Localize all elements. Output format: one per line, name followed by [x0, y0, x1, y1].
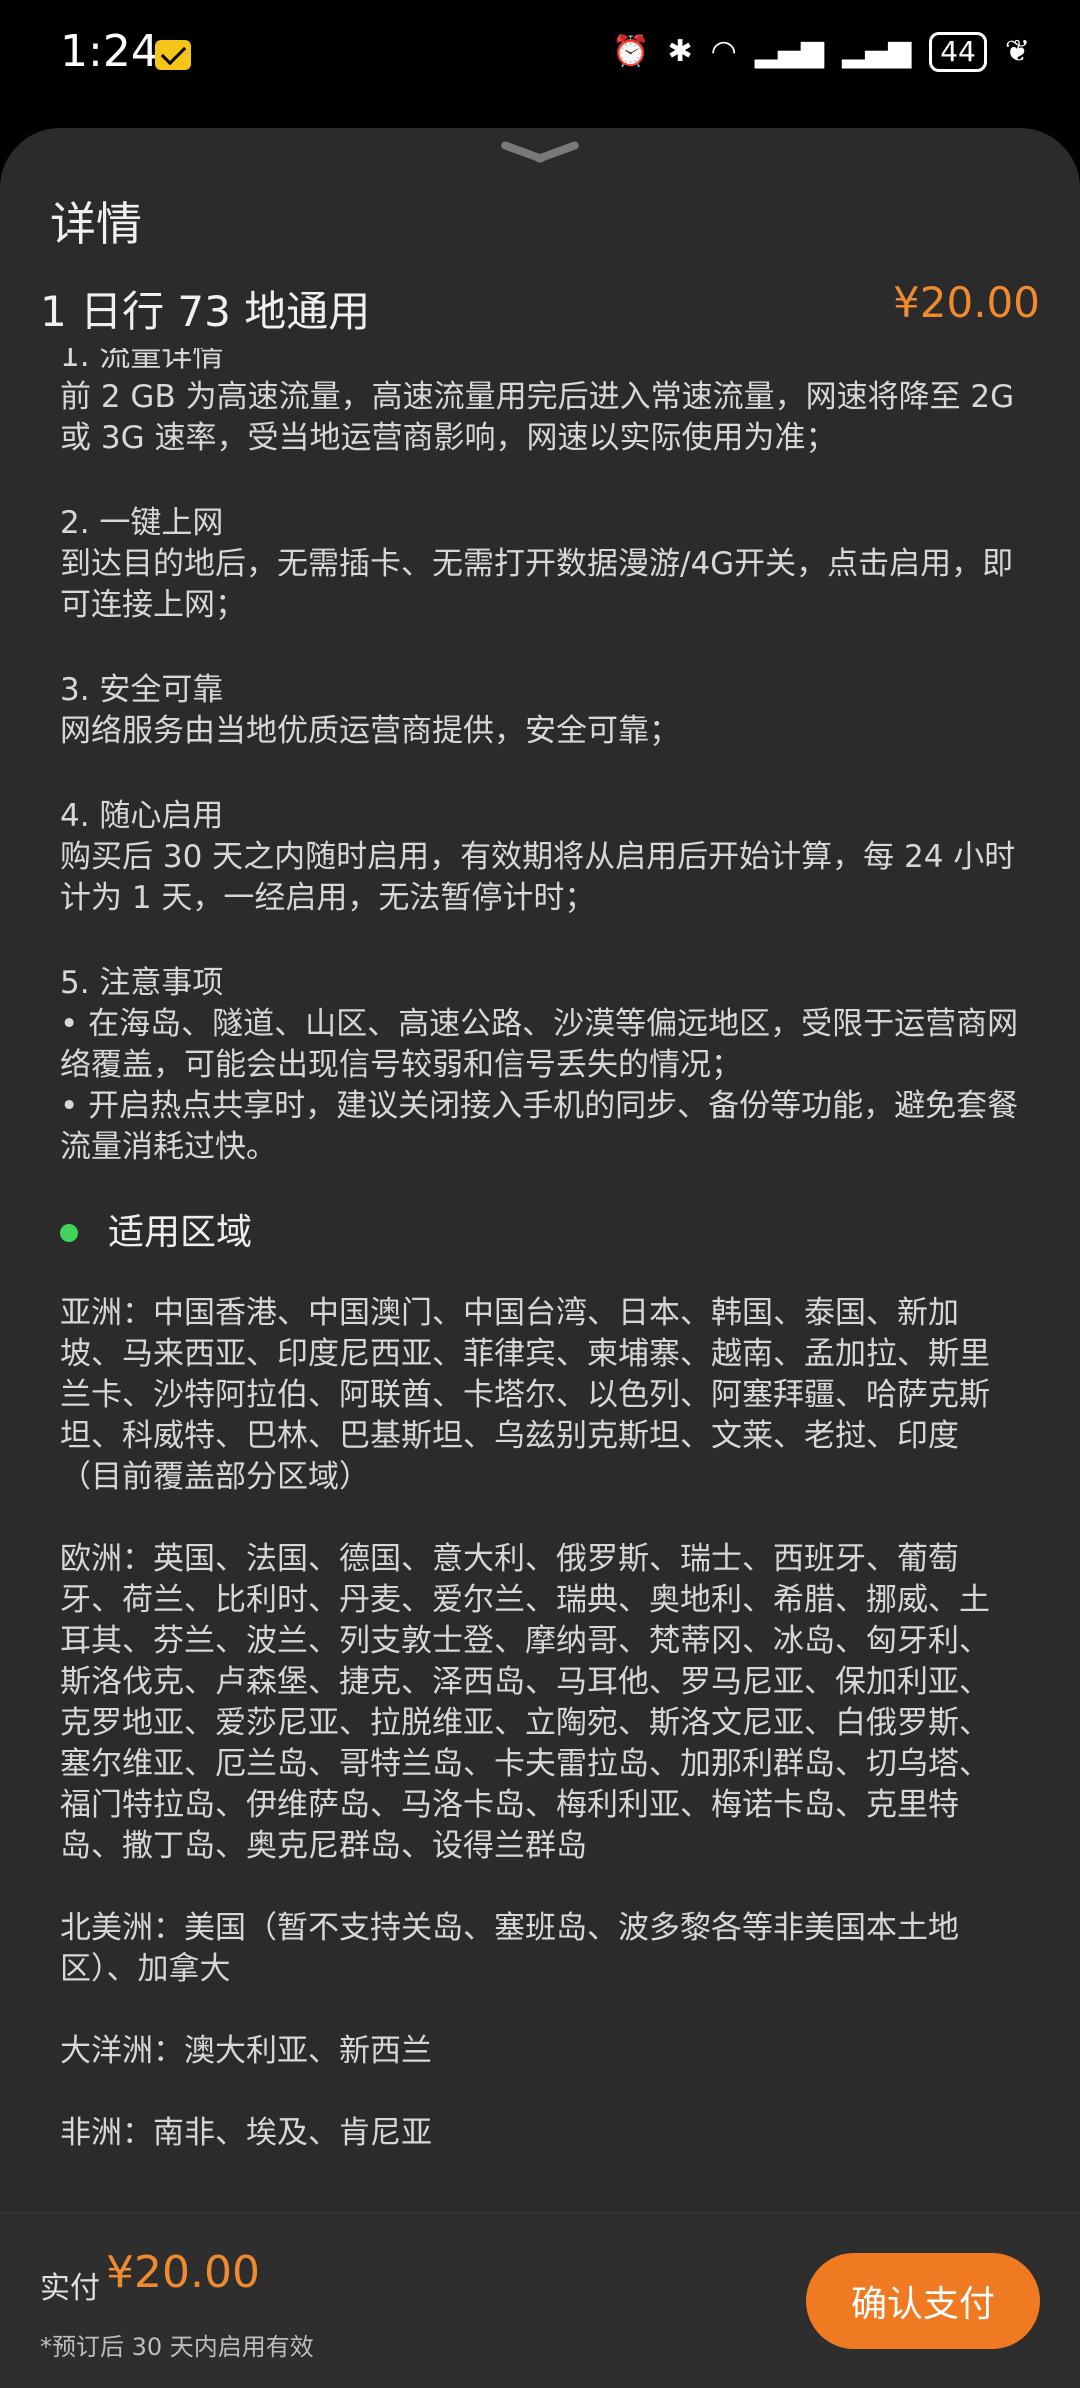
status-bar: 1:24 ⏰ ✱ ◠ ▂▄▆ ▂▄▆ 44 ❦ [0, 0, 1080, 115]
pay-amount: ¥20.00 [106, 2247, 260, 2298]
payment-footer: 实付 ¥20.00 *预订后 30 天内启用有效 确认支付 [0, 2212, 1080, 2388]
plan-name: 1 日行 73 地通用 [40, 287, 371, 336]
section-title: 1. 流量详情 [60, 348, 224, 374]
status-icons: ⏰ ✱ ◠ ▂▄▆ ▂▄▆ 44 ❦ [612, 32, 1030, 72]
pay-label: 实付 [40, 2271, 100, 2306]
wifi-icon: ◠ [710, 34, 737, 69]
green-dot-icon [60, 1223, 78, 1242]
detail-section: 1. 流量详情 前 2 GB 为高速流量，高速流量用完后进入常速流量，网速将降至… [60, 348, 1020, 459]
signal-4g-icon: ▂▄▆ [754, 34, 824, 69]
status-time: 1:24 [60, 26, 159, 77]
collapse-chevron-icon[interactable] [500, 138, 580, 178]
section-body: 前 2 GB 为高速流量，高速流量用完后进入常速流量，网速将降至 2G 或 3G… [60, 379, 1015, 456]
pay-note: *预订后 30 天内启用有效 [40, 2333, 314, 2361]
section-body: • 在海岛、隧道、山区、高速公路、沙漠等偏远地区，受限于运营商网络覆盖，可能会出… [60, 1006, 1019, 1165]
regions-header: 适用区域 [60, 1212, 1020, 1253]
region-item: 亚洲：中国香港、中国澳门、中国台湾、日本、韩国、泰国、新加坡、马来西亚、印度尼西… [60, 1295, 990, 1495]
sheet-title: 详情 [50, 197, 142, 251]
section-title: 5. 注意事项 [60, 965, 224, 1001]
detail-scroll-area[interactable]: 1. 流量详情 前 2 GB 为高速流量，高速流量用完后进入常速流量，网速将降至… [0, 348, 1080, 2338]
region-item: 北美洲：美国（暂不支持关岛、塞班岛、波多黎各等非美国本土地区）、加拿大 [60, 1910, 959, 1987]
regions-title: 适用区域 [108, 1212, 253, 1253]
region-item: 欧洲：英国、法国、德国、意大利、俄罗斯、瑞士、西班牙、葡萄牙、荷兰、比利时、丹麦… [60, 1541, 990, 1864]
section-body: 网络服务由当地优质运营商提供，安全可靠； [60, 713, 680, 749]
detail-section: 5. 注意事项 • 在海岛、隧道、山区、高速公路、沙漠等偏远地区，受限于运营商网… [60, 963, 1020, 1168]
alarm-icon: ⏰ [612, 34, 650, 69]
region-item: 大洋洲：澳大利亚、新西兰 [60, 2033, 432, 2069]
section-body: 购买后 30 天之内随时启用，有效期将从启用后开始计算，每 24 小时计为 1 … [60, 839, 1016, 916]
confirm-payment-button[interactable]: 确认支付 [806, 2253, 1040, 2349]
battery-icon: 44 [929, 32, 987, 72]
section-title: 3. 安全可靠 [60, 672, 224, 708]
section-body: 到达目的地后，无需插卡、无需打开数据漫游/4G开关，点击启用，即可连接上网； [60, 546, 1014, 623]
section-title: 4. 随心启用 [60, 798, 224, 834]
region-item: 非洲：南非、埃及、肯尼亚 [60, 2115, 432, 2151]
mail-notification-icon [155, 40, 191, 70]
leaf-icon: ❦ [1004, 34, 1030, 69]
plan-price: ¥20.00 [893, 278, 1040, 327]
detail-section: 4. 随心启用 购买后 30 天之内随时启用，有效期将从启用后开始计算，每 24… [60, 796, 1020, 919]
bluetooth-icon: ✱ [667, 34, 693, 69]
section-title: 2. 一键上网 [60, 505, 224, 541]
signal-4g-roaming-icon: ▂▄▆ [842, 34, 912, 69]
detail-section: 3. 安全可靠 网络服务由当地优质运营商提供，安全可靠； [60, 670, 1020, 752]
detail-sheet: 详情 1 日行 73 地通用 ¥20.00 1. 流量详情 前 2 GB 为高速… [0, 128, 1080, 2387]
detail-section: 2. 一键上网 到达目的地后，无需插卡、无需打开数据漫游/4G开关，点击启用，即… [60, 503, 1020, 626]
